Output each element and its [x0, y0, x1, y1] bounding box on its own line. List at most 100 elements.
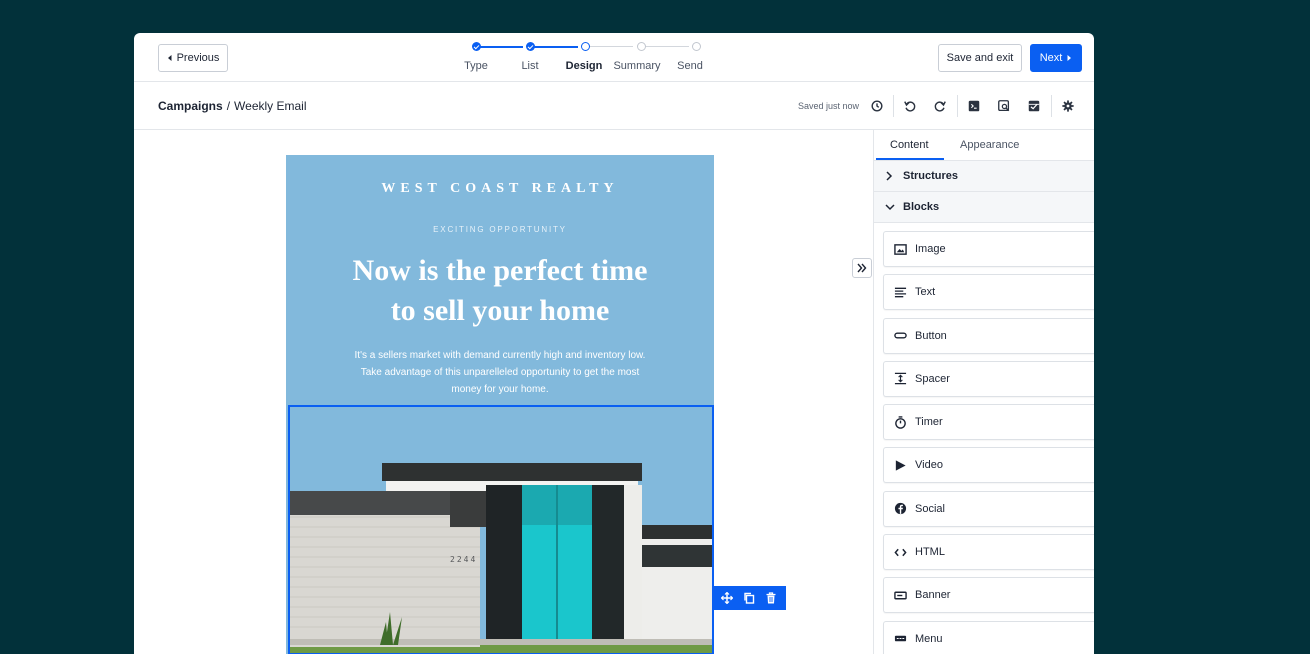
- block-item-spacer[interactable]: Spacer: [883, 360, 1094, 397]
- section-blocks-label: Blocks: [903, 201, 940, 213]
- move-icon[interactable]: [721, 592, 733, 604]
- next-label: Next: [1039, 52, 1063, 64]
- collapse-panel-button[interactable]: [852, 258, 872, 278]
- step-type-label[interactable]: Type: [464, 60, 488, 72]
- block-item-label: Button: [915, 329, 947, 342]
- block-item-menu[interactable]: Menu: [883, 620, 1094, 654]
- step-type-check-icon[interactable]: [472, 42, 481, 51]
- previous-button[interactable]: Previous: [158, 44, 228, 72]
- undo-icon[interactable]: [900, 96, 920, 116]
- sub-bar: Campaigns / Weekly Email Saved just now: [134, 82, 1094, 130]
- email-preview: WEST COAST REALTY EXCITING OPPORTUNITY N…: [286, 155, 714, 654]
- preview-icon[interactable]: [994, 96, 1014, 116]
- video-icon: [893, 458, 907, 472]
- redo-icon[interactable]: [930, 96, 950, 116]
- spacer-icon: [893, 372, 907, 386]
- step-list-label[interactable]: List: [521, 60, 538, 72]
- block-item-label: Spacer: [915, 372, 950, 385]
- html-icon: [893, 545, 907, 559]
- previous-label: Previous: [176, 52, 220, 64]
- breadcrumb-campaigns[interactable]: Campaigns: [158, 99, 223, 113]
- next-button[interactable]: Next: [1030, 44, 1082, 72]
- section-structures-label: Structures: [903, 170, 959, 182]
- delete-icon[interactable]: [765, 592, 777, 604]
- step-list-check-icon[interactable]: [526, 42, 535, 51]
- step-connector: [643, 46, 689, 47]
- caret-left-icon: [167, 55, 172, 61]
- block-item-label: Image: [915, 243, 946, 255]
- email-body-line: money for your home.: [451, 384, 549, 395]
- content-panel: Content Appearance Structures Blocks Ima…: [873, 130, 1094, 654]
- step-design-label[interactable]: Design: [566, 60, 603, 72]
- saved-status: Saved just now: [798, 101, 860, 111]
- block-item-label: Text: [915, 286, 936, 299]
- block-item-social[interactable]: Social: [883, 490, 1094, 527]
- step-design-dot[interactable]: [581, 42, 590, 51]
- social-icon: [893, 502, 907, 516]
- selected-image-block[interactable]: 2244: [288, 405, 714, 654]
- block-item-label: Menu: [915, 632, 943, 645]
- caret-right-icon: [1067, 55, 1072, 61]
- email-headline[interactable]: Now is the perfect time to sell your hom…: [316, 251, 684, 331]
- breadcrumb-separator: /: [226, 99, 231, 113]
- block-list: Image Text Button Spacer Timer Video Soc…: [883, 231, 1094, 654]
- section-blocks[interactable]: Blocks: [874, 192, 1094, 223]
- step-send-label[interactable]: Send: [677, 60, 703, 72]
- timer-icon: [893, 415, 907, 429]
- top-bar: Previous Type List Design Summary Send S…: [134, 33, 1094, 82]
- block-item-video[interactable]: Video: [883, 447, 1094, 484]
- toolbar-divider: [1051, 95, 1052, 117]
- block-item-button[interactable]: Button: [883, 317, 1094, 354]
- step-send-dot[interactable]: [692, 42, 701, 51]
- block-item-label: Social: [915, 502, 945, 515]
- email-canvas: WEST COAST REALTY EXCITING OPPORTUNITY N…: [134, 130, 873, 654]
- chevron-right-icon: [885, 171, 895, 181]
- text-icon: [893, 285, 907, 299]
- email-brand[interactable]: WEST COAST REALTY: [286, 181, 714, 197]
- breadcrumb-current: Weekly Email: [234, 99, 307, 113]
- block-action-toolbar: [712, 586, 786, 610]
- email-headline-line: Now is the perfect time: [352, 254, 648, 287]
- step-connector: [477, 46, 523, 48]
- email-body-text[interactable]: It's a sellers market with demand curren…: [340, 347, 660, 398]
- block-item-label: Banner: [915, 589, 951, 602]
- house-number: 2244: [450, 555, 477, 564]
- block-item-image[interactable]: Image: [883, 231, 1094, 267]
- breadcrumb: Campaigns / Weekly Email: [158, 99, 307, 113]
- active-tab-indicator: [876, 158, 944, 160]
- step-connector: [587, 46, 633, 47]
- save-and-exit-button[interactable]: Save and exit: [938, 44, 1022, 72]
- double-chevron-right-icon: [857, 263, 867, 273]
- email-body-line: It's a sellers market with demand curren…: [354, 350, 646, 361]
- block-item-timer[interactable]: Timer: [883, 404, 1094, 441]
- email-headline-line: to sell your home: [390, 294, 610, 327]
- step-summary-label[interactable]: Summary: [613, 60, 660, 72]
- toolbar-divider: [957, 95, 958, 117]
- chevron-down-icon: [885, 203, 895, 211]
- block-item-text[interactable]: Text: [883, 274, 1094, 311]
- banner-icon: [893, 588, 907, 602]
- test-send-icon[interactable]: [1024, 96, 1044, 116]
- step-summary-dot[interactable]: [637, 42, 646, 51]
- block-item-banner[interactable]: Banner: [883, 577, 1094, 614]
- editor-window: Previous Type List Design Summary Send S…: [134, 33, 1094, 654]
- section-structures[interactable]: Structures: [874, 161, 1094, 192]
- duplicate-icon[interactable]: [743, 592, 755, 604]
- toolbar-divider: [893, 95, 894, 117]
- button-icon: [893, 329, 907, 343]
- tab-content[interactable]: Content: [890, 139, 929, 151]
- house-photo: 2244: [290, 407, 712, 653]
- email-eyebrow[interactable]: EXCITING OPPORTUNITY: [286, 225, 714, 234]
- block-item-html[interactable]: HTML: [883, 534, 1094, 571]
- tab-appearance[interactable]: Appearance: [960, 139, 1019, 151]
- history-icon[interactable]: [867, 96, 887, 116]
- settings-icon[interactable]: [1058, 96, 1078, 116]
- image-icon: [893, 242, 907, 256]
- campaign-stepper: Type List Design Summary Send: [464, 41, 714, 77]
- block-item-label: HTML: [915, 546, 945, 559]
- code-preview-icon[interactable]: [964, 96, 984, 116]
- menu-icon: [893, 632, 907, 646]
- block-item-label: Video: [915, 459, 943, 472]
- email-body-line: Take advantage of this unparelleled oppo…: [360, 367, 640, 378]
- step-connector: [532, 46, 578, 48]
